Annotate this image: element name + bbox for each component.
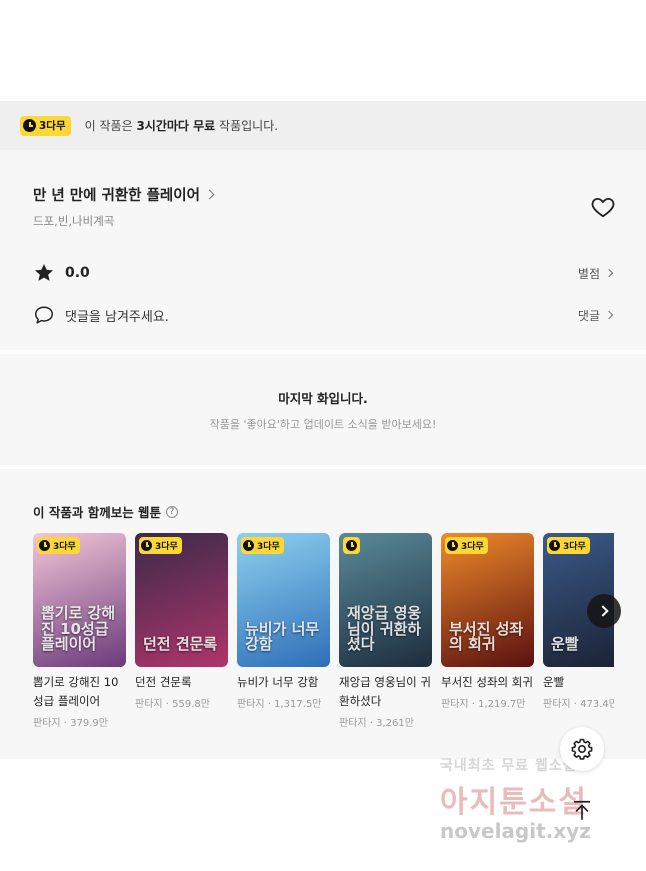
card-title[interactable]: 뽑기로 강해진 10성급 플레이어 — [33, 673, 126, 711]
wait-free-badge: 3다무 — [37, 537, 80, 554]
clock-icon — [141, 540, 152, 551]
last-episode-subtitle: 작품을 '좋아요'하고 업데이트 소식을 받아보세요! — [209, 417, 437, 431]
webtoon-thumbnail[interactable]: 재앙급 영웅님이 귀환하셨다 — [339, 533, 432, 667]
card-title[interactable]: 재앙급 영웅님이 귀환하셨다 — [339, 673, 432, 711]
scroll-top-button[interactable] — [566, 794, 598, 826]
watermark-line2: 아지툰소설 — [440, 785, 588, 820]
watermark-line3: novelagit.xyz — [440, 819, 591, 843]
help-icon[interactable]: ? — [166, 505, 179, 518]
work-title: 만 년 만에 귀환한 플레이어 — [33, 188, 200, 204]
last-episode-section: 마지막 화입니다. 작품을 '좋아요'하고 업데이트 소식을 받아보세요! — [0, 354, 646, 465]
carousel-next-button[interactable] — [587, 594, 621, 628]
recommendations-section: 이 작품과 함께보는 웹툰 ? 뽑기로 강해진 10성급 플레이어 3다무 뽑기로 … — [0, 469, 646, 759]
badge-label: 3다무 — [461, 542, 484, 552]
card-meta: 판타지 · 1,219.7만 — [441, 699, 526, 710]
notice-text-bold: 3시간마다 무료 — [136, 119, 216, 133]
card-title[interactable]: 운빨 — [543, 673, 614, 692]
card-title[interactable]: 뉴비가 너무 강함 — [237, 673, 330, 692]
wait-free-badge: 3다무 — [139, 537, 182, 554]
wait-free-badge: 3다무 — [241, 537, 284, 554]
rating-row: 0.0 별점 — [33, 261, 614, 285]
gear-icon — [571, 738, 593, 760]
card-meta: 판타지 · 379.9만 — [33, 718, 108, 729]
card-title[interactable]: 부서진 성좌의 회귀 — [441, 673, 534, 692]
thumbnail-logo-text: 부서진 성좌의 회귀 — [449, 619, 524, 654]
recommendation-carousel: 뽑기로 강해진 10성급 플레이어 3다무뽑기로 강해진 10성급 플레이어판타지… — [33, 533, 614, 743]
work-title-link[interactable]: 만 년 만에 귀환한 플레이어 — [33, 184, 612, 205]
card-meta: 판타지 · 473.4만 — [543, 699, 614, 710]
badge-label: 3다무 — [53, 542, 76, 552]
chevron-right-icon — [604, 268, 614, 278]
wait-free-badge: 3다무 — [547, 537, 590, 554]
webtoon-thumbnail[interactable]: 던전 견문록 3다무 — [135, 533, 228, 667]
clock-icon — [549, 540, 560, 551]
comment-link[interactable]: 댓글 — [577, 307, 614, 324]
notice-text: 이 작품은 3시간마다 무료 작품입니다. — [85, 117, 278, 134]
work-authors: 드포,빈,나비계곡 — [33, 214, 115, 228]
wait-free-badge: 3다무 — [445, 537, 488, 554]
rating-link-label: 별점 — [577, 266, 600, 281]
badge-label: 3다무 — [563, 542, 586, 552]
notice-text-post: 작품입니다. — [215, 119, 279, 133]
thumbnail-logo-text: 운빨 — [551, 635, 579, 654]
work-info: 만 년 만에 귀환한 플레이어 드포,빈,나비계곡 0.0 별점 댓글을 남겨주… — [0, 150, 646, 350]
free-notice-bar: 3다무 이 작품은 3시간마다 무료 작품입니다. — [0, 101, 646, 150]
recommendation-card[interactable]: 부서진 성좌의 회귀 3다무부서진 성좌의 회귀판타지 · 1,219.7만 — [441, 533, 534, 710]
clock-icon — [39, 540, 50, 551]
settings-button[interactable] — [560, 727, 604, 771]
thumbnail-logo-text: 던전 견문록 — [143, 635, 218, 654]
clock-icon — [243, 540, 254, 551]
recommendation-card[interactable]: 던전 견문록 3다무던전 견문록판타지 · 559.8만 — [135, 533, 228, 710]
notice-text-pre: 이 작품은 — [84, 119, 137, 133]
webtoon-thumbnail[interactable]: 부서진 성좌의 회귀 3다무 — [441, 533, 534, 667]
recommendations-title: 이 작품과 함께보는 웹툰 — [33, 505, 162, 520]
chevron-right-icon — [204, 189, 215, 200]
last-episode-title: 마지막 화입니다. — [278, 390, 368, 406]
comment-placeholder: 댓글을 남겨주세요. — [65, 309, 169, 325]
watermark: 국내최초 무료 웹소설 아지툰소설 novelagit.xyz — [440, 755, 630, 855]
clock-icon — [447, 540, 458, 551]
wait-free-badge — [343, 537, 360, 554]
thumbnail-logo-text: 뉴비가 너무 강함 — [245, 619, 320, 654]
recommendation-card[interactable]: 뉴비가 너무 강함 3다무뉴비가 너무 강함판타지 · 1,317.5만 — [237, 533, 330, 710]
card-meta: 판타지 · 1,317.5만 — [237, 699, 322, 710]
badge-label: 3다무 — [39, 120, 66, 132]
thumbnail-logo-text: 뽑기로 강해진 10성급 플레이어 — [41, 603, 116, 654]
card-meta: 판타지 · 559.8만 — [135, 699, 210, 710]
card-meta: 판타지 · 3,261만 — [339, 718, 414, 729]
badge-label: 3다무 — [257, 542, 280, 552]
comment-link-label: 댓글 — [577, 308, 600, 323]
recommendations-heading: 이 작품과 함께보는 웹툰 ? — [33, 502, 646, 521]
heart-icon[interactable] — [590, 194, 616, 220]
clock-icon — [346, 540, 357, 551]
webtoon-thumbnail[interactable]: 뉴비가 너무 강함 3다무 — [237, 533, 330, 667]
badge-label: 3다무 — [155, 542, 178, 552]
clock-icon — [23, 119, 36, 132]
chevron-right-icon — [604, 310, 614, 320]
work-panel: 만 년 만에 귀환한 플레이어 드포,빈,나비계곡 0.0 별점 댓글을 남겨주… — [0, 150, 646, 759]
rating-value: 0.0 — [65, 265, 90, 281]
rating-link[interactable]: 별점 — [577, 265, 614, 282]
thumbnail-logo-text: 재앙급 영웅님이 귀환하셨다 — [347, 603, 422, 654]
top-blank-area — [0, 0, 646, 101]
watermark-line1a: 국내최초 무료 — [440, 758, 530, 774]
comment-bubble-icon — [35, 306, 53, 324]
recommendation-card[interactable]: 뽑기로 강해진 10성급 플레이어 3다무뽑기로 강해진 10성급 플레이어판타지… — [33, 533, 126, 729]
chevron-right-icon — [596, 605, 609, 617]
recommendation-card[interactable]: 재앙급 영웅님이 귀환하셨다 재앙급 영웅님이 귀환하셨다 판타지 · 3,261만 — [339, 533, 432, 729]
card-title[interactable]: 던전 견문록 — [135, 673, 228, 692]
webtoon-thumbnail[interactable]: 뽑기로 강해진 10성급 플레이어 3다무 — [33, 533, 126, 667]
arrow-up-icon — [573, 800, 591, 820]
star-icon — [35, 264, 53, 281]
wait-free-badge: 3다무 — [20, 115, 71, 136]
comment-row[interactable]: 댓글을 남겨주세요. 댓글 — [33, 303, 614, 327]
